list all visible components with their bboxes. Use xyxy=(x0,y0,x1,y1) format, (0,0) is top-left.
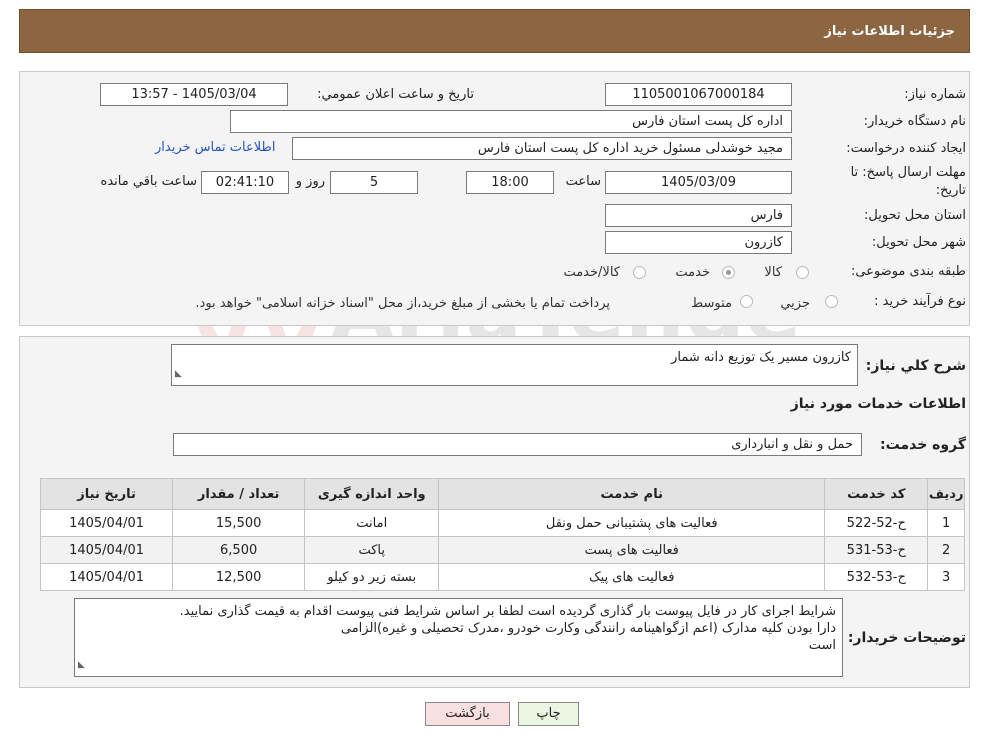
cell-service-code: ح-52-522 xyxy=(824,509,929,537)
category-goods-service-radio[interactable] xyxy=(633,266,646,279)
buyer-notes-line: است xyxy=(808,638,836,653)
announce-field: 1405/03/04 - 13:57 xyxy=(100,83,288,106)
category-service-label: خدمت xyxy=(675,265,710,280)
remaining-time-label: ساعت باقي مانده xyxy=(100,174,197,189)
buyer-notes-label: توضيحات خريدار: xyxy=(847,630,966,646)
purchase-medium-radio[interactable] xyxy=(740,295,753,308)
table-row: 3 ح-53-532 فعالیت های پیک بسته زیر دو کی… xyxy=(39,563,965,591)
deadline-label-line1: مهلت ارسال پاسخ: تا xyxy=(850,165,966,180)
cell-quantity: 6,500 xyxy=(172,536,306,564)
col-need-date: تاريخ نياز xyxy=(39,478,174,510)
deadline-days-field: 5 xyxy=(330,171,418,194)
summary-label: شرح کلي نياز: xyxy=(865,358,966,374)
service-group-field: حمل و نقل و انبارداری xyxy=(173,433,862,456)
cell-need-date: 1405/04/01 xyxy=(39,536,174,564)
table-row: 1 ح-52-522 فعالیت های پشتیبانی حمل ونقل … xyxy=(39,509,965,537)
cell-quantity: 15,500 xyxy=(172,509,306,537)
deadline-time-field: 18:00 xyxy=(466,171,554,194)
creator-label: ايجاد کننده درخواست: xyxy=(846,141,966,156)
buyer-notes-line: دارا بودن کلیه مدارک (اعم ازگواهینامه را… xyxy=(340,621,836,636)
creator-field: مجید خوشدلی مسئول خرید اداره کل پست استا… xyxy=(292,137,792,160)
purchase-medium-label: متوسط xyxy=(691,296,732,311)
buyer-notes-line: شرایط اجرای کار در فایل پیوست بار گذاری … xyxy=(179,604,836,619)
purchase-minor-label: جزيي xyxy=(780,296,810,311)
treasury-note: پرداخت تمام يا بخشی از مبلغ خريد،از محل … xyxy=(195,296,610,311)
cell-unit: پاکت xyxy=(304,536,440,564)
cell-row-number: 2 xyxy=(927,536,965,564)
summary-text: کازرون مسیر یک توزیع دانه شمار xyxy=(671,350,851,365)
buyer-label: نام دستگاه خريدار: xyxy=(863,114,966,129)
province-label: استان محل تحويل: xyxy=(864,208,966,223)
deadline-date-field: 1405/03/09 xyxy=(605,171,792,194)
col-quantity: تعداد / مقدار xyxy=(172,478,306,510)
deadline-days-label: روز و xyxy=(295,174,325,189)
city-field: کازرون xyxy=(605,231,792,254)
table-row: 2 ح-53-531 فعالیت های پست پاکت 6,500 140… xyxy=(39,536,965,564)
services-table: رديف کد خدمت نام خدمت واحد اندازه گيری ت… xyxy=(39,478,965,591)
page-header: جزئیات اطلاعات نیاز xyxy=(19,9,970,53)
services-title: اطلاعات خدمات مورد نياز xyxy=(790,396,966,412)
resize-grip-icon[interactable]: ◢ xyxy=(175,366,182,383)
cell-service-name: فعالیت های پست xyxy=(438,536,826,564)
cell-unit: امانت xyxy=(304,509,440,537)
print-button[interactable]: چاپ xyxy=(518,702,579,726)
col-service-name: نام خدمت xyxy=(438,478,826,510)
remaining-time-field: 02:41:10 xyxy=(201,171,289,194)
cell-quantity: 12,500 xyxy=(172,563,306,591)
deadline-time-label: ساعت xyxy=(565,174,601,189)
announce-label: تاريخ و ساعت اعلان عمومي: xyxy=(317,87,474,102)
province-field: فارس xyxy=(605,204,792,227)
cell-service-code: ح-53-531 xyxy=(824,536,929,564)
category-label: طبقه بندی موضوعی: xyxy=(850,264,966,279)
purchase-minor-radio[interactable] xyxy=(825,295,838,308)
col-unit: واحد اندازه گيری xyxy=(304,478,440,510)
cell-service-code: ح-53-532 xyxy=(824,563,929,591)
category-goods-radio[interactable] xyxy=(796,266,809,279)
deadline-label-line2: تاريخ: xyxy=(935,183,966,198)
col-row-number: رديف xyxy=(927,478,965,510)
col-service-code: کد خدمت xyxy=(824,478,929,510)
page-title: جزئیات اطلاعات نیاز xyxy=(824,24,955,39)
cell-service-name: فعالیت های پیک xyxy=(438,563,826,591)
buyer-contact-link[interactable]: اطلاعات تماس خريدار xyxy=(155,140,275,155)
cell-unit: بسته زیر دو کیلو xyxy=(304,563,440,591)
category-goods-label: کالا xyxy=(764,265,782,280)
summary-textarea[interactable]: کازرون مسیر یک توزیع دانه شمار ◢ xyxy=(171,344,858,386)
service-group-label: گروه خدمت: xyxy=(880,437,966,453)
cell-row-number: 3 xyxy=(927,563,965,591)
back-button[interactable]: بازگشت xyxy=(425,702,510,726)
need-number-label: شماره نياز: xyxy=(904,87,966,102)
purchase-type-label: نوع فرآيند خريد : xyxy=(874,294,966,309)
table-header-row: رديف کد خدمت نام خدمت واحد اندازه گيری ت… xyxy=(39,478,965,510)
cell-row-number: 1 xyxy=(927,509,965,537)
category-service-radio[interactable] xyxy=(722,266,735,279)
category-goods-service-label: کالا/خدمت xyxy=(563,265,620,280)
need-number-field: 1105001067000184 xyxy=(605,83,792,106)
buyer-field: اداره کل پست استان فارس xyxy=(230,110,792,133)
city-label: شهر محل تحويل: xyxy=(871,235,966,250)
cell-service-name: فعالیت های پشتیبانی حمل ونقل xyxy=(438,509,826,537)
buyer-notes-textarea[interactable]: شرایط اجرای کار در فایل پیوست بار گذاری … xyxy=(74,598,843,677)
resize-grip-icon[interactable]: ◢ xyxy=(78,657,85,674)
cell-need-date: 1405/04/01 xyxy=(39,509,174,537)
cell-need-date: 1405/04/01 xyxy=(39,563,174,591)
